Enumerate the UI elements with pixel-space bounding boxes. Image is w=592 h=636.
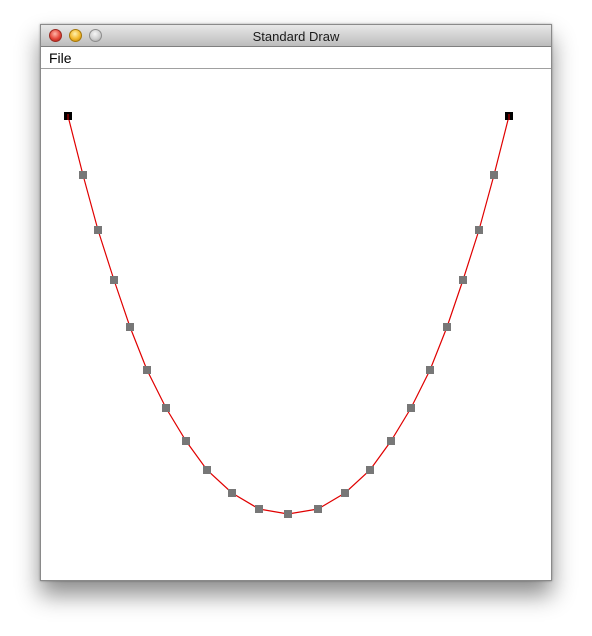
point-marker (228, 489, 236, 497)
curve-line (67, 115, 510, 515)
menu-bar: File (41, 47, 551, 69)
drawing-svg (64, 112, 513, 518)
point-marker (366, 466, 374, 474)
point-marker (203, 466, 211, 474)
point-marker (314, 505, 322, 513)
window-title: Standard Draw (252, 29, 340, 44)
point-marker (475, 226, 483, 234)
point-marker (443, 323, 451, 331)
point-marker (162, 404, 170, 412)
point-marker (387, 437, 395, 445)
point-marker (126, 323, 134, 331)
point-marker (426, 366, 434, 374)
point-marker (341, 489, 349, 497)
menu-file[interactable]: File (49, 50, 72, 66)
point-marker (459, 276, 467, 284)
drawing-canvas (41, 69, 551, 580)
point-marker (182, 437, 190, 445)
point-marker (407, 404, 415, 412)
point-marker (110, 276, 118, 284)
point-marker (284, 510, 292, 518)
title-bar[interactable]: Standard Draw (41, 25, 551, 47)
point-marker (490, 171, 498, 179)
point-marker (143, 366, 151, 374)
point-marker (79, 171, 87, 179)
point-marker (94, 226, 102, 234)
standard-draw-window: Standard Draw File (40, 24, 552, 581)
point-marker (255, 505, 263, 513)
